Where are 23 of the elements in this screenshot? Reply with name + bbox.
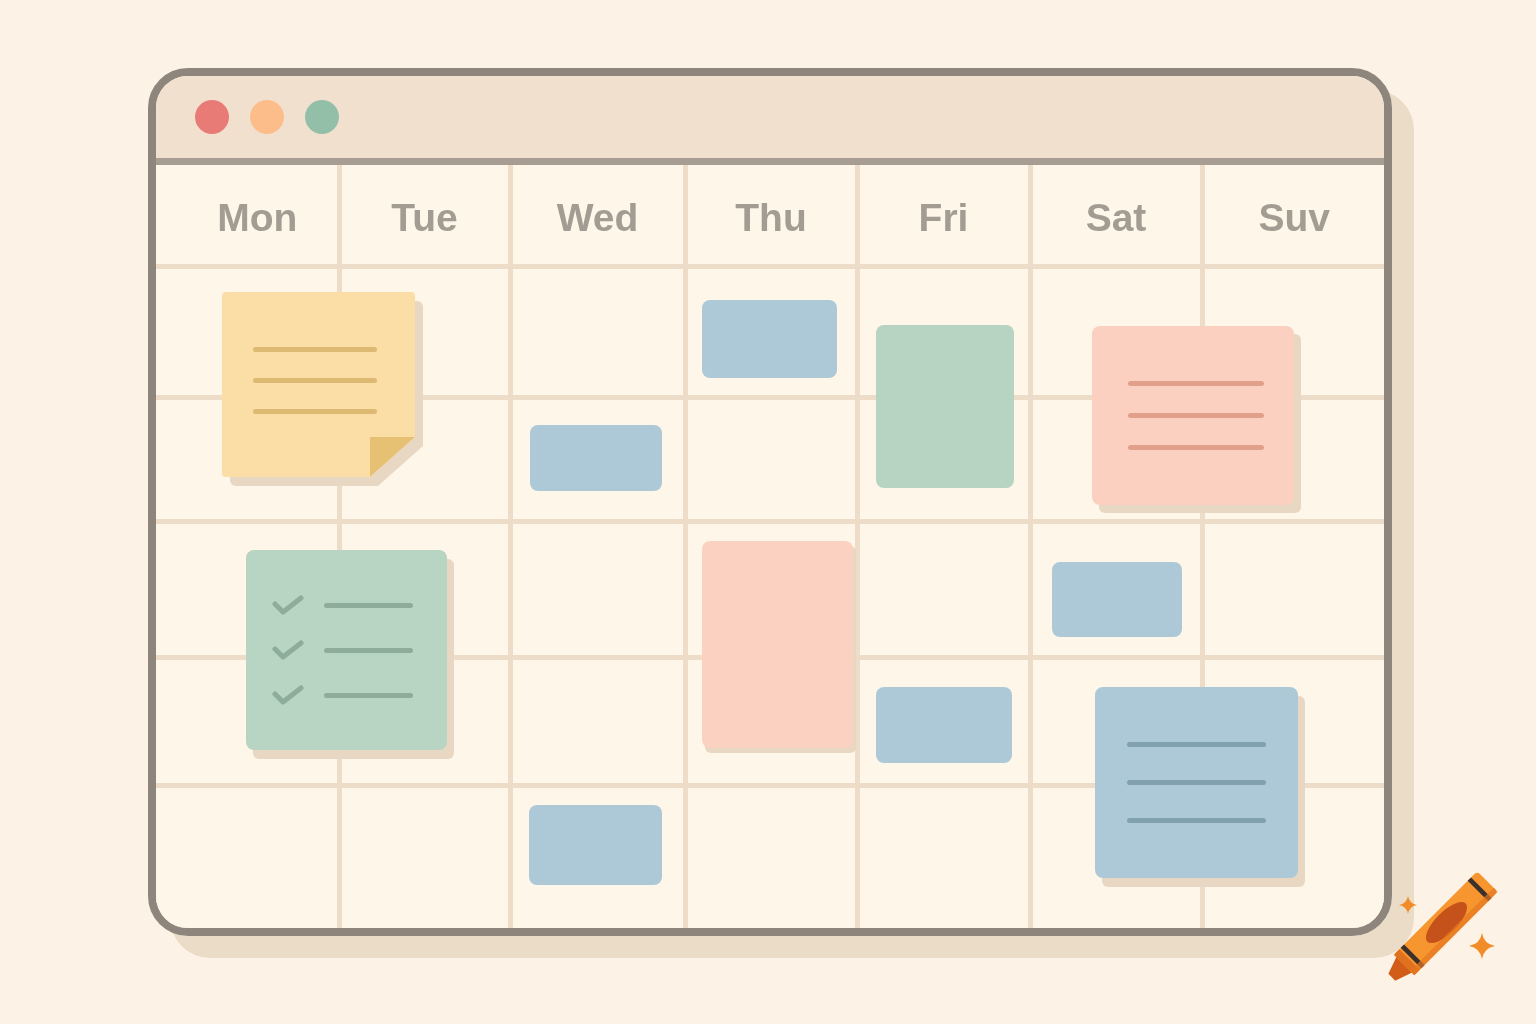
day-label: Thu bbox=[735, 197, 807, 237]
event-block[interactable] bbox=[876, 687, 1012, 763]
day-label: Wed bbox=[556, 197, 639, 237]
window-button[interactable] bbox=[305, 100, 339, 134]
sticky-note[interactable] bbox=[222, 292, 415, 477]
day-label: Tue bbox=[391, 197, 458, 237]
window-button[interactable] bbox=[250, 100, 284, 134]
event-block[interactable] bbox=[876, 325, 1014, 488]
day-label: Fri bbox=[918, 197, 969, 237]
event-block[interactable] bbox=[529, 805, 662, 885]
sparkle-icon bbox=[1399, 896, 1417, 914]
window-button[interactable] bbox=[195, 100, 229, 134]
note-card[interactable] bbox=[1095, 687, 1298, 878]
note-card[interactable] bbox=[1092, 326, 1294, 505]
sparkle-icon bbox=[1469, 933, 1495, 959]
day-label: Suv bbox=[1258, 197, 1330, 237]
day-label: Sat bbox=[1085, 197, 1147, 237]
event-block[interactable] bbox=[1052, 562, 1182, 637]
day-label: Mon bbox=[217, 197, 298, 237]
checklist-note[interactable] bbox=[246, 550, 447, 750]
event-block[interactable] bbox=[702, 541, 853, 748]
event-block[interactable] bbox=[530, 425, 662, 491]
event-block[interactable] bbox=[702, 300, 837, 378]
